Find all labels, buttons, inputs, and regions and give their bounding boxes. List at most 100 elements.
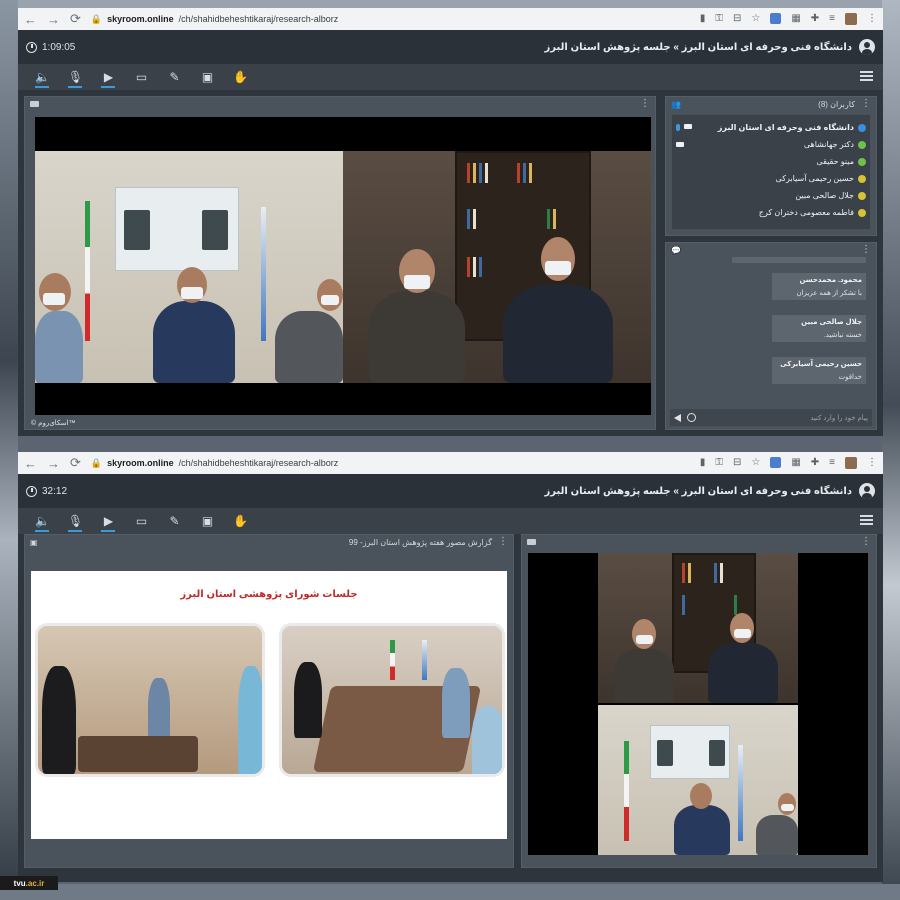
browser-extensions: ▮ ⚿ ⊟ ☆ ▦ ✚ ≡ ⋮ (700, 457, 877, 469)
user-list-item[interactable]: فاطمه معصومی دختران کرج (676, 204, 866, 221)
microphone-icon: 🎙 (67, 70, 84, 84)
microphone-button[interactable]: 🎙 (59, 66, 92, 88)
raise-hand-button[interactable]: ✋ (224, 66, 257, 88)
user-blue-icon (858, 123, 866, 132)
puzzle-icon[interactable]: ✚ (811, 457, 819, 469)
wall-poster (650, 725, 730, 779)
translate-icon[interactable]: ⊟ (733, 13, 741, 25)
brush-icon: ✎ (169, 70, 180, 84)
speaker-button[interactable]: 🔈 (26, 510, 59, 532)
camera-button[interactable]: ▶ (92, 66, 125, 88)
chat-icon: 💬 (671, 245, 681, 255)
chat-sender: محمود. محمدحسن (799, 277, 862, 284)
translate-icon[interactable]: ⊟ (733, 457, 741, 469)
extension-icon[interactable] (770, 457, 782, 468)
profile-avatar[interactable] (845, 13, 857, 25)
puzzle-icon[interactable]: ✚ (811, 13, 819, 25)
chat-input[interactable]: پیام خود را وارد کنید (702, 414, 868, 422)
chat-messages: محمود. محمدحسن با تشکر از همه عزیزان جلا… (670, 257, 872, 409)
reading-list-icon[interactable]: ≡ (829, 457, 835, 469)
users-list: دانشگاه فنی وحرفه ای استان البرز دکتر جه… (672, 115, 870, 221)
screen-share-button[interactable]: ▭ (125, 510, 158, 532)
video-icon (30, 101, 39, 107)
grid-icon[interactable]: ▦ (791, 13, 800, 25)
back-icon[interactable]: ← (24, 12, 37, 27)
lock-icon: 🔒 (90, 13, 103, 24)
reload-icon[interactable]: ⟳ (70, 11, 81, 27)
screen-share-button[interactable]: ▭ (125, 66, 158, 88)
profile-avatar[interactable] (845, 457, 857, 469)
slide-photo-left (35, 623, 265, 777)
user-list-item[interactable]: دانشگاه فنی وحرفه ای استان البرز (676, 119, 866, 136)
forward-icon[interactable]: → (47, 456, 60, 471)
presentation-button[interactable]: ▣ (191, 66, 224, 88)
star-icon[interactable]: ☆ (751, 457, 760, 469)
play-box-icon: ▣ (201, 514, 214, 528)
user-name: حسین رحیمی آسیابرکی (775, 174, 854, 183)
speaker-button[interactable]: 🔈 (26, 66, 59, 88)
video-panel-header: ⋮ (25, 97, 655, 111)
user-list-item[interactable]: دکتر جهانشاهی (676, 136, 866, 153)
session-timer: 1:09:05 (26, 41, 75, 53)
camera-indicator-icon[interactable]: ▮ (700, 13, 706, 25)
cam-icon (684, 124, 692, 129)
whiteboard-button[interactable]: ✎ (158, 66, 191, 88)
more-icon[interactable]: ⋮ (867, 457, 877, 469)
menu-icon[interactable] (860, 71, 873, 81)
cam-icon (676, 142, 684, 147)
panel-options-icon[interactable]: ⋮ (861, 245, 871, 255)
key-icon[interactable]: ⚿ (715, 13, 723, 25)
camera-button[interactable]: ▶ (92, 510, 125, 532)
panel-options-icon[interactable]: ⋮ (861, 537, 871, 547)
video-scene-office (343, 151, 651, 383)
background-right (882, 0, 900, 900)
user-name: مینو حقیقی (816, 157, 854, 166)
reading-list-icon[interactable]: ≡ (829, 13, 835, 25)
panel-options-icon[interactable]: ⋮ (861, 99, 871, 109)
screenshot-session-1: ← → ⟳ 🔒 skyroom.online/ch/shahidbeheshti… (18, 8, 883, 436)
chat-sender: حسین رحیمی آسیابرکی (780, 361, 862, 368)
chat-message: حسین رحیمی آسیابرکی خداقوت (772, 357, 866, 384)
raise-hand-button[interactable]: ✋ (224, 510, 257, 532)
url-field[interactable]: 🔒 skyroom.online/ch/shahidbeheshtikaraj/… (91, 458, 690, 469)
user-list-item[interactable]: جلال صالحی مبین (676, 187, 866, 204)
back-icon[interactable]: ← (24, 456, 37, 471)
panel-options-icon[interactable]: ⋮ (498, 537, 508, 547)
account-icon[interactable] (859, 39, 875, 55)
chat-text: خداقوت (838, 374, 863, 381)
presentation-panel: ▣ گزارش مصور هفته پژوهش استان البرز- 99 … (24, 534, 514, 868)
reload-icon[interactable]: ⟳ (70, 455, 81, 471)
user-yellow-icon (858, 191, 866, 200)
grid-icon[interactable]: ▦ (791, 457, 800, 469)
panel-options-icon[interactable]: ⋮ (640, 99, 650, 109)
slide-photo-right (279, 623, 505, 777)
camera-indicator-icon[interactable]: ▮ (700, 457, 706, 469)
presentation-button[interactable]: ▣ (191, 510, 224, 532)
send-icon[interactable] (674, 413, 681, 422)
hand-icon: ✋ (233, 514, 248, 528)
account-icon[interactable] (859, 483, 875, 499)
key-icon[interactable]: ⚿ (715, 457, 723, 469)
whiteboard-button[interactable]: ✎ (158, 510, 191, 532)
lock-icon: 🔒 (90, 457, 103, 468)
emoji-icon[interactable] (687, 413, 696, 422)
user-list-item[interactable]: حسین رحیمی آسیابرکی (676, 170, 866, 187)
mic-icon (676, 124, 680, 131)
url-field[interactable]: 🔒 skyroom.online/ch/shahidbeheshtikaraj/… (91, 14, 690, 25)
more-icon[interactable]: ⋮ (867, 13, 877, 25)
chat-message: جلال صالحی مبین خسته نباشید. (772, 315, 866, 342)
site-watermark: tvu .ac.ir (0, 876, 58, 890)
users-icon: 👥 (671, 99, 681, 109)
url-domain: skyroom.online (107, 14, 174, 24)
extension-icon[interactable] (770, 13, 782, 24)
forward-icon[interactable]: → (47, 12, 60, 27)
participant (674, 805, 730, 855)
presentation-title: گزارش مصور هفته پژوهش استان البرز- 99 (348, 537, 492, 547)
menu-icon[interactable] (860, 515, 873, 525)
user-list-item[interactable]: مینو حقیقی (676, 153, 866, 170)
microphone-button[interactable]: 🎙 (59, 510, 92, 532)
video-panel: ⋮ (24, 96, 656, 430)
participant (614, 649, 674, 703)
star-icon[interactable]: ☆ (751, 13, 760, 25)
room-titlebar: 32:12 دانشگاه فنی وحرفه ای استان البرز »… (18, 474, 883, 508)
